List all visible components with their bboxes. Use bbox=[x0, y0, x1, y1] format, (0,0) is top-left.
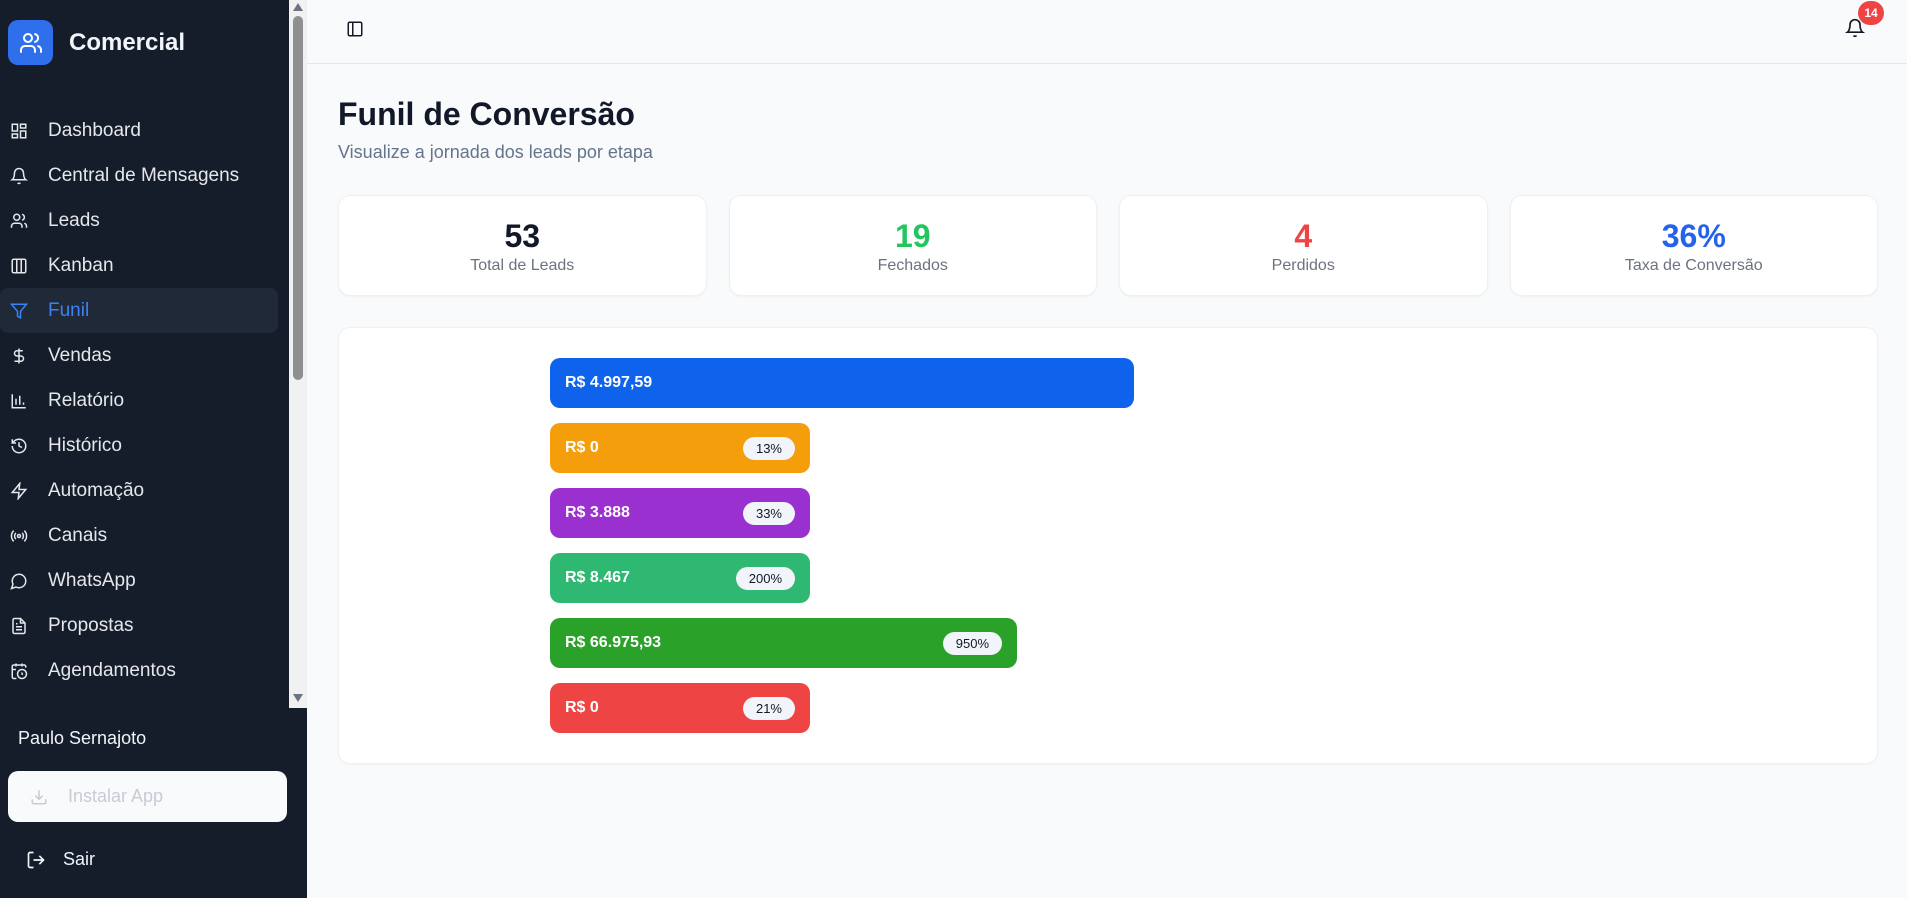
funnel-bar-percent-badge: 200% bbox=[735, 566, 795, 590]
stat-card-taxa-conversao: 36% Taxa de Conversão bbox=[1509, 195, 1878, 296]
conversion-funnel: Novo Lead24 leadsR$ 4.997,59Contato Feit… bbox=[338, 327, 1878, 764]
sidebar-item-label: Agendamentos bbox=[48, 659, 176, 681]
user-name: Paulo Sernajoto bbox=[18, 728, 147, 748]
scroll-up-arrow-icon[interactable] bbox=[293, 3, 303, 11]
funnel-bar[interactable]: R$ 4.997,59 bbox=[550, 358, 1134, 408]
calendar-clock-icon bbox=[9, 661, 29, 681]
sidebar-item-label: Canais bbox=[48, 524, 108, 546]
sidebar-item-label: Propostas bbox=[48, 614, 134, 636]
topbar: 14 bbox=[307, 0, 1907, 64]
funnel-bar-value: R$ 0 bbox=[565, 699, 599, 716]
sidebar-scrollbar[interactable] bbox=[289, 0, 307, 708]
funnel-stage[interactable]: Fechado19 leadsR$ 66.975,93950% bbox=[339, 618, 1879, 668]
funnel-stage[interactable]: Proposta Enviada1 leadsR$ 3.88833% bbox=[339, 488, 1879, 538]
funnel-bar[interactable]: R$ 3.888 33% bbox=[550, 488, 810, 538]
page-subtitle: Visualize a jornada dos leads por etapa bbox=[338, 142, 653, 162]
kanban-icon bbox=[9, 256, 29, 276]
sidebar-item-label: Histórico bbox=[48, 434, 122, 456]
logout-button[interactable]: Sair bbox=[26, 849, 95, 870]
sidebar-item-automacao[interactable]: Automação bbox=[0, 468, 278, 513]
funnel-bar-percent-badge: 950% bbox=[942, 631, 1002, 655]
sidebar-item-historico[interactable]: Histórico bbox=[0, 423, 278, 468]
history-icon bbox=[9, 436, 29, 456]
users-logo-icon bbox=[8, 20, 53, 65]
bell-icon bbox=[9, 166, 29, 186]
scrollbar-thumb[interactable] bbox=[293, 16, 303, 380]
sidebar-nav: Dashboard Central de Mensagens Leads Kan… bbox=[0, 108, 288, 708]
sidebar-item-label: Kanban bbox=[48, 254, 114, 276]
funnel-stage[interactable]: Perdido4 leadsR$ 021% bbox=[339, 683, 1879, 733]
install-app-button[interactable]: Instalar App bbox=[8, 771, 287, 822]
funnel-bar-percent-badge: 13% bbox=[742, 436, 795, 460]
stat-card-perdidos: 4 Perdidos bbox=[1119, 195, 1488, 296]
funnel-bar[interactable]: R$ 66.975,93 950% bbox=[550, 618, 1017, 668]
sidebar-item-label: Dashboard bbox=[48, 119, 141, 141]
funnel-stage[interactable]: Novo Lead24 leadsR$ 4.997,59 bbox=[339, 358, 1879, 408]
stat-value: 4 bbox=[1294, 217, 1313, 254]
stat-value: 53 bbox=[504, 217, 541, 254]
zap-icon bbox=[9, 481, 29, 501]
sidebar: Comercial Dashboard Central de Mensagens… bbox=[0, 0, 307, 898]
install-app-label: Instalar App bbox=[68, 786, 164, 806]
sidebar-item-label: Relatório bbox=[48, 389, 125, 411]
sidebar-item-agendamentos[interactable]: Agendamentos bbox=[0, 648, 278, 693]
bar-chart-icon bbox=[9, 391, 29, 411]
funnel-bar-value: R$ 0 bbox=[565, 439, 599, 456]
funnel-bar-value: R$ 66.975,93 bbox=[565, 634, 662, 651]
sidebar-item-propostas[interactable]: Propostas bbox=[0, 603, 278, 648]
funnel-stage[interactable]: Contato Feito3 leadsR$ 013% bbox=[339, 423, 1879, 473]
funnel-bar-percent-badge: 21% bbox=[742, 696, 795, 720]
log-out-icon bbox=[26, 850, 46, 870]
funnel-bar-value: R$ 3.888 bbox=[565, 504, 630, 521]
funnel-bar[interactable]: R$ 8.467 200% bbox=[550, 553, 810, 603]
stat-label: Perdidos bbox=[1271, 256, 1335, 274]
funnel-bar-value: R$ 8.467 bbox=[565, 569, 630, 586]
logout-label: Sair bbox=[63, 849, 96, 869]
funnel-stage[interactable]: Negociação2 leadsR$ 8.467200% bbox=[339, 553, 1879, 603]
stat-value: 19 bbox=[894, 217, 931, 254]
sidebar-item-whatsapp[interactable]: WhatsApp bbox=[0, 558, 278, 603]
funnel-bar-value: R$ 4.997,59 bbox=[565, 374, 653, 391]
stats-row: 53 Total de Leads 19 Fechados 4 Perdidos… bbox=[338, 195, 1878, 296]
stat-label: Taxa de Conversão bbox=[1624, 256, 1763, 274]
sidebar-item-relatorio[interactable]: Relatório bbox=[0, 378, 278, 423]
sidebar-item-leads[interactable]: Leads bbox=[0, 198, 278, 243]
stat-value: 36% bbox=[1661, 217, 1726, 254]
sidebar-item-label: WhatsApp bbox=[48, 569, 136, 591]
download-icon bbox=[30, 788, 48, 806]
stat-label: Total de Leads bbox=[470, 256, 575, 274]
brand[interactable]: Comercial bbox=[8, 20, 185, 65]
dashboard-icon bbox=[9, 121, 29, 141]
sidebar-item-label: Central de Mensagens bbox=[48, 164, 240, 186]
funnel-bar[interactable]: R$ 0 21% bbox=[550, 683, 810, 733]
funnel-bar-percent-badge: 33% bbox=[742, 501, 795, 525]
sidebar-item-funil[interactable]: Funil bbox=[0, 288, 278, 333]
sidebar-item-label: Leads bbox=[48, 209, 100, 231]
message-circle-icon bbox=[9, 571, 29, 591]
funnel-bar[interactable]: R$ 0 13% bbox=[550, 423, 810, 473]
radio-icon bbox=[9, 526, 29, 546]
sidebar-item-dashboard[interactable]: Dashboard bbox=[0, 108, 278, 153]
filter-icon bbox=[9, 301, 29, 321]
stat-card-fechados: 19 Fechados bbox=[728, 195, 1097, 296]
sidebar-item-kanban[interactable]: Kanban bbox=[0, 243, 278, 288]
brand-name: Comercial bbox=[69, 28, 186, 56]
sidebar-toggle-button[interactable] bbox=[344, 20, 366, 42]
scroll-down-arrow-icon[interactable] bbox=[293, 694, 303, 702]
sidebar-item-label: Automação bbox=[48, 479, 145, 501]
stat-card-total-leads: 53 Total de Leads bbox=[338, 195, 707, 296]
sidebar-item-vendas[interactable]: Vendas bbox=[0, 333, 278, 378]
users-icon bbox=[9, 211, 29, 231]
sidebar-item-central-de-mensagens[interactable]: Central de Mensagens bbox=[0, 153, 278, 198]
stat-label: Fechados bbox=[877, 256, 948, 274]
file-text-icon bbox=[9, 616, 29, 636]
panel-left-icon bbox=[346, 20, 364, 43]
dollar-icon bbox=[9, 346, 29, 366]
notification-count-badge: 14 bbox=[1858, 1, 1884, 25]
page-title: Funil de Conversão bbox=[338, 96, 635, 132]
sidebar-item-label: Vendas bbox=[48, 344, 112, 366]
sidebar-item-canais[interactable]: Canais bbox=[0, 513, 278, 558]
sidebar-item-label: Funil bbox=[48, 299, 90, 321]
